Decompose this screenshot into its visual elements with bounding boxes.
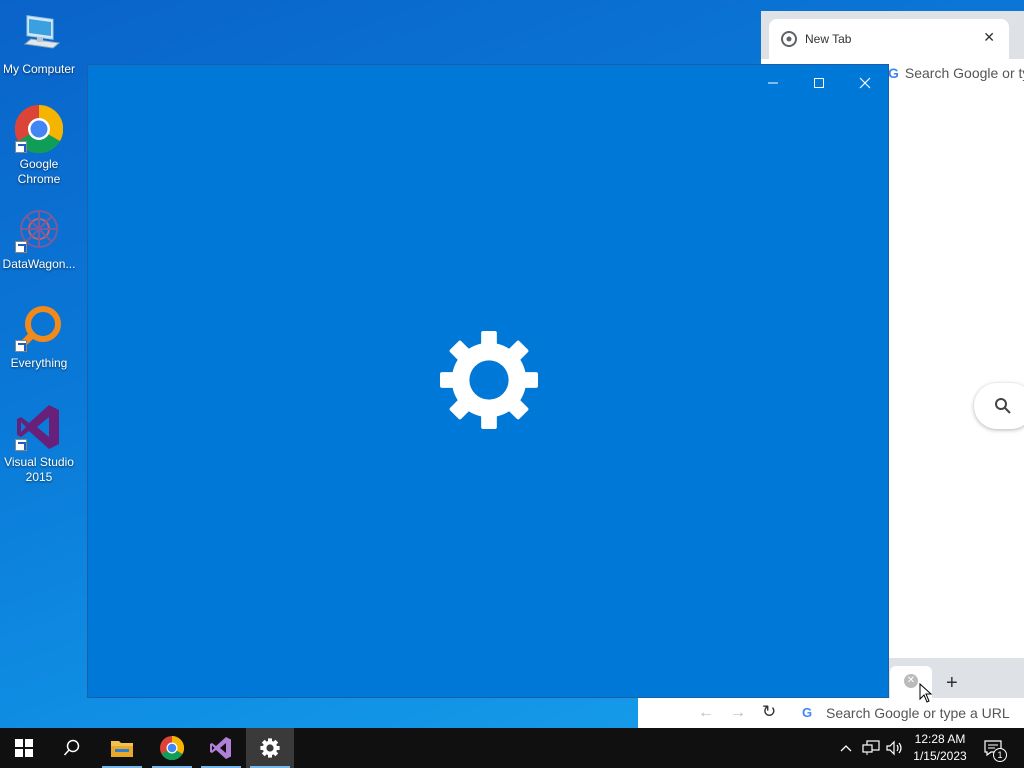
everything-search-icon (15, 304, 63, 352)
close-tab-icon[interactable]: ✕ (904, 674, 918, 688)
close-tab-icon[interactable]: ✕ (983, 29, 995, 46)
computer-icon (15, 10, 63, 58)
search-icon (994, 397, 1012, 420)
chrome-toolbar-left (638, 698, 684, 728)
desktop-icon-label: Visual Studio (4, 455, 74, 469)
google-g-icon: G (888, 65, 899, 81)
settings-gear-icon (440, 331, 538, 429)
maximize-button[interactable] (796, 71, 842, 95)
search-icon (63, 739, 80, 756)
desktop-icon-label: Chrome (17, 172, 61, 186)
taskbar-settings[interactable] (246, 728, 294, 768)
chrome-tab-strip: New Tab ✕ (761, 11, 1024, 59)
datawagon-icon (15, 205, 63, 253)
action-center-button[interactable]: 1 (978, 728, 1008, 768)
taskbar-file-explorer[interactable] (98, 728, 146, 768)
omnibox-placeholder: Search Google or ty (904, 65, 1024, 81)
minimize-button[interactable] (750, 71, 796, 95)
reload-icon[interactable]: ↻ (762, 702, 776, 722)
chrome-toolbar: ← → ↻ G Search Google or type a URL (684, 698, 1024, 728)
gear-icon (260, 738, 280, 758)
taskbar: 12:28 AM 1/15/2023 1 (0, 728, 1024, 768)
chrome-tab-title: New Tab (805, 32, 852, 46)
shortcut-arrow-icon (15, 141, 27, 153)
shortcut-arrow-icon (15, 340, 27, 352)
chrome-icon (14, 104, 64, 154)
desktop-icon-my-computer[interactable]: My Computer (0, 10, 78, 77)
taskbar-clock[interactable]: 12:28 AM 1/15/2023 (905, 731, 975, 765)
folder-icon (111, 741, 133, 757)
desktop-icon-google-chrome[interactable]: Google Chrome (0, 104, 78, 187)
visual-studio-icon (210, 737, 231, 759)
windows-logo-icon (15, 739, 33, 757)
chrome-omnibox-top[interactable]: G Search Google or ty (888, 65, 1024, 81)
volume-button[interactable] (884, 728, 906, 768)
chrome-tab-new-tab[interactable]: New Tab ✕ (769, 19, 1009, 59)
clock-time: 12:28 AM (914, 732, 966, 746)
chrome-icon (160, 736, 184, 760)
clock-date: 1/15/2023 (913, 749, 967, 763)
network-button[interactable] (860, 728, 882, 768)
desktop-icon-label: My Computer (2, 62, 76, 76)
settings-window (87, 64, 889, 698)
chrome-tab-favicon-icon (781, 31, 797, 50)
desktop-icon-label: DataWagon... (2, 257, 76, 271)
shortcut-arrow-icon (15, 439, 27, 451)
google-g-icon: G (802, 705, 813, 720)
maximize-icon (814, 78, 824, 88)
shortcut-arrow-icon (15, 241, 27, 253)
speaker-icon (886, 740, 902, 756)
network-icon (862, 740, 880, 755)
show-hidden-icons-button[interactable] (836, 728, 856, 768)
desktop-icon-datawagon[interactable]: DataWagon... (0, 205, 78, 272)
desktop-icon-visual-studio[interactable]: Visual Studio 2015 (0, 403, 78, 485)
search-button[interactable] (48, 728, 96, 768)
forward-arrow-icon[interactable]: → (730, 704, 746, 722)
close-button[interactable] (842, 71, 888, 95)
chevron-up-icon (840, 745, 852, 752)
desktop-icon-everything[interactable]: Everything (0, 304, 78, 371)
minimize-icon (768, 82, 778, 84)
notification-count-badge: 1 (993, 748, 1007, 762)
desktop-icon-label: Google (19, 157, 59, 171)
close-icon (859, 77, 871, 89)
chrome-page-body (888, 90, 1024, 660)
desktop-icon-label: 2015 (25, 470, 53, 484)
new-tab-button[interactable]: + (946, 672, 958, 695)
mouse-cursor-icon (919, 682, 933, 708)
omnibox-placeholder[interactable]: Search Google or type a URL (826, 705, 1010, 721)
back-arrow-icon[interactable]: ← (698, 704, 714, 722)
start-button[interactable] (0, 728, 48, 768)
taskbar-chrome[interactable] (148, 728, 196, 768)
visual-studio-icon (15, 403, 63, 451)
taskbar-visual-studio[interactable] (197, 728, 245, 768)
chrome-page-search-button[interactable] (974, 383, 1024, 429)
desktop-icon-label: Everything (10, 356, 68, 370)
